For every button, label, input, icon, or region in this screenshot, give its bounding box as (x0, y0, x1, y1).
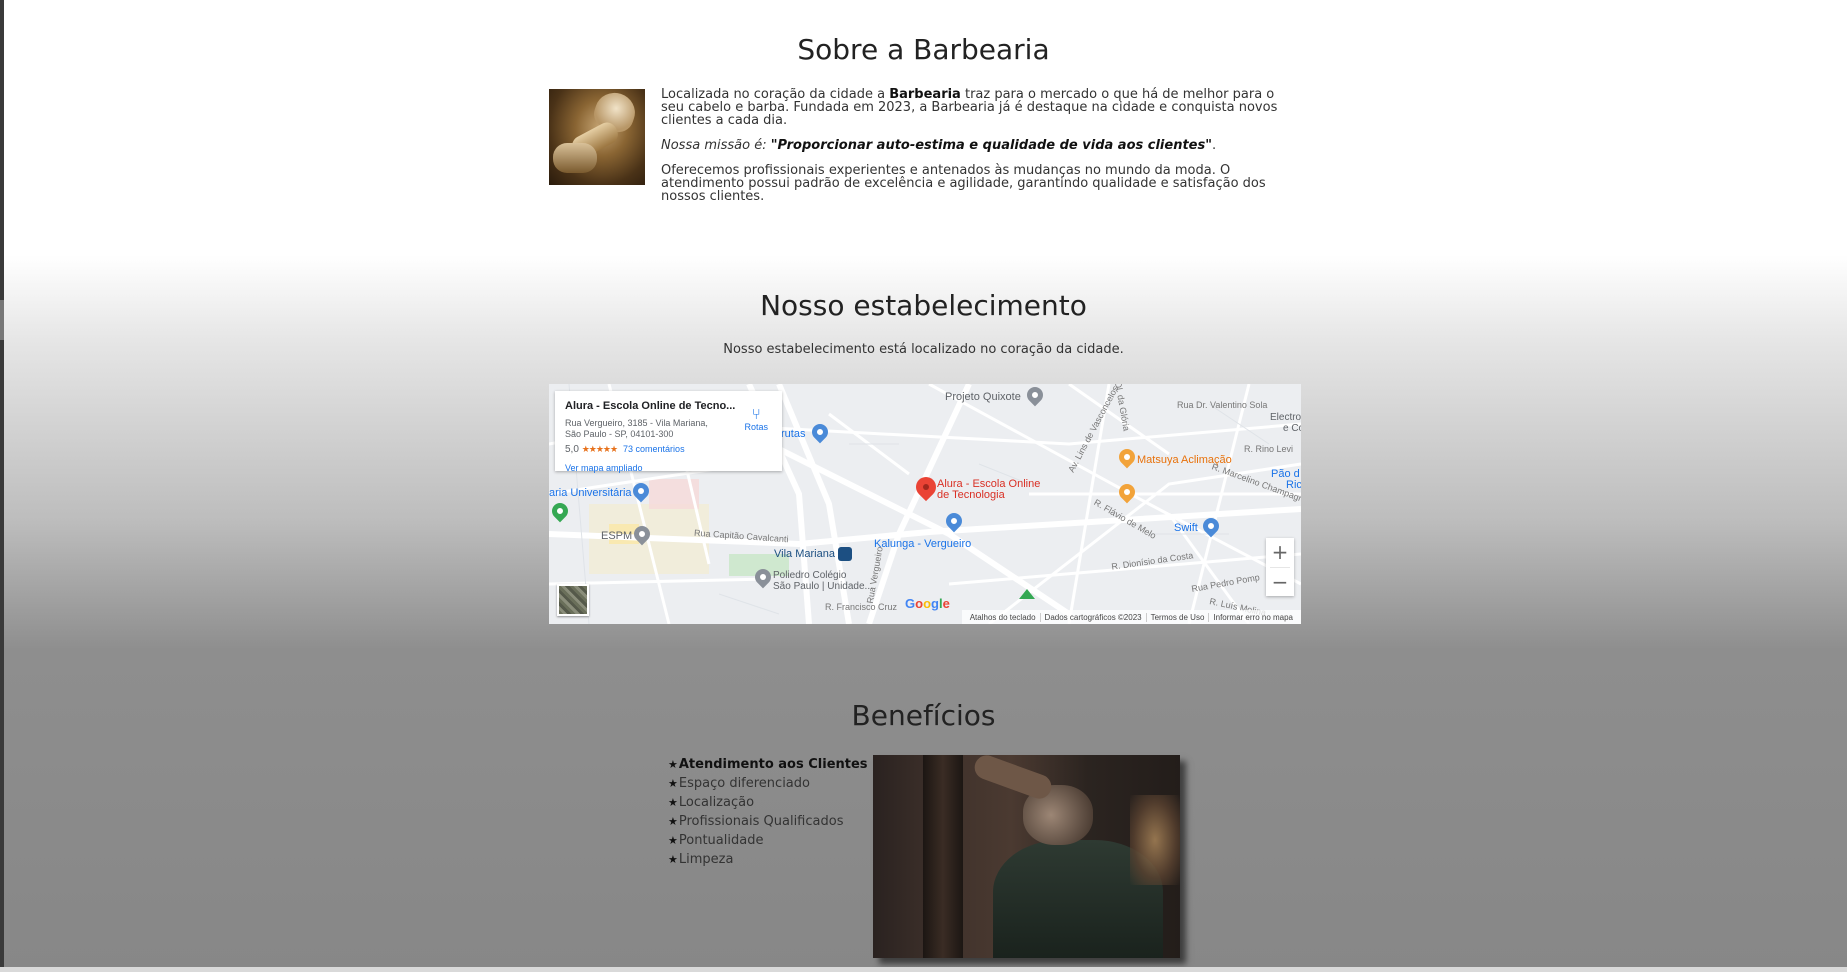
razor-base (553, 143, 597, 173)
about-text: Localizada no coração da cidade a Barbea… (661, 88, 1301, 215)
map-label-electro: Electro (1270, 412, 1301, 423)
zoom-in-button[interactable]: + (1266, 538, 1294, 567)
about-section: Sobre a Barbearia Localizada no coração … (0, 0, 1847, 260)
map-data-text: Dados cartográficos ©2023 (1039, 612, 1146, 622)
page-bottom-strip (0, 967, 1847, 972)
benefit-label: Localização (678, 795, 755, 810)
rating-stars-icon: ★★★★★ (581, 444, 618, 454)
map-label-frutas: rutas (781, 428, 806, 440)
mission-label: Nossa missão é: (661, 138, 771, 153)
star-icon: ★ (668, 834, 678, 847)
map-label-kalunga: Kalunga - Vergueiro (874, 538, 972, 550)
benefits-list: ★Atendimento aos Clientes ★Espaço difere… (668, 755, 868, 869)
map-attribution-bar: Atalhos do teclado Dados cartográficos ©… (961, 610, 1301, 624)
google-letter: g (931, 596, 939, 611)
google-letter: o (923, 596, 932, 611)
barber-hand (971, 755, 1055, 802)
google-logo: Google (905, 596, 950, 611)
place-name: Alura - Escola Online de Tecno... (565, 400, 735, 412)
benefits-title: Benefícios (851, 699, 996, 732)
star-icon: ★ (668, 777, 678, 790)
star-icon: ★ (668, 796, 678, 809)
google-letter: G (905, 596, 916, 611)
google-letter: o (915, 596, 924, 611)
satellite-toggle-button[interactable] (557, 584, 589, 616)
benefit-label: Limpeza (678, 852, 734, 867)
list-item: ★Pontualidade (668, 831, 868, 850)
google-letter: e (942, 596, 950, 611)
map-label-vila-mariana: Vila Mariana (774, 548, 835, 560)
terms-link[interactable]: Termos de Uso (1145, 612, 1209, 622)
mission-end: . (1212, 138, 1217, 153)
report-error-link[interactable]: Informar erro no mapa (1208, 612, 1297, 622)
map-label-poliedro-2: São Paulo | Unidade... (773, 581, 873, 592)
list-item: ★Localização (668, 793, 868, 812)
view-larger-map-link[interactable]: Ver mapa ampliado (565, 463, 772, 473)
directions-button[interactable]: ⑂ Rotas (744, 407, 768, 432)
mission-quote: "Proporcionar auto-estima e qualidade de… (770, 138, 1213, 153)
zoom-controls: + − (1266, 538, 1294, 596)
reviews-link[interactable]: 73 comentários (623, 444, 685, 454)
star-icon: ★ (668, 758, 678, 771)
map-road-francisco: R. Francisco Cruz (825, 602, 898, 612)
list-item: ★Limpeza (668, 850, 868, 869)
map-label-swift: Swift (1174, 522, 1198, 534)
list-item: ★Espaço diferenciado (668, 774, 868, 793)
place-rating: 5,0 ★★★★★ 73 comentários (565, 444, 772, 455)
about-paragraph-1: Localizada no coração da cidade a Barbea… (661, 88, 1301, 127)
map-label-projeto-quixote: Projeto Quixote (945, 391, 1021, 403)
barber-shaving-photo (873, 755, 1180, 958)
list-item: ★Profissionais Qualificados (668, 812, 868, 831)
background-light (1130, 795, 1180, 885)
map-label-universitaria: aria Universitária (549, 487, 632, 499)
keyboard-shortcuts-link[interactable]: Atalhos do teclado (966, 613, 1040, 622)
map-label-electro-2: e Co (1283, 423, 1301, 434)
directions-label: Rotas (744, 422, 768, 432)
map-road-rino: R. Rino Levi (1244, 444, 1294, 454)
benefit-label: Atendimento aos Clientes (678, 757, 868, 772)
map-road-valentino: Rua Dr. Valentino Sola (1177, 400, 1268, 410)
star-icon: ★ (668, 815, 678, 828)
zoom-out-button[interactable]: − (1266, 568, 1294, 597)
google-map-embed[interactable]: Projeto Quixote rutas aria Universitária… (549, 384, 1301, 624)
about-title: Sobre a Barbearia (797, 33, 1050, 66)
place-info-card: Alura - Escola Online de Tecno... Rua Ve… (555, 391, 782, 473)
map-label-espm: ESPM (601, 530, 633, 542)
mission-paragraph: Nossa missão é: "Proporcionar auto-estim… (661, 139, 1301, 152)
star-icon: ★ (668, 853, 678, 866)
directions-icon: ⑂ (751, 406, 761, 423)
place-address: Rua Vergueiro, 3185 - Vila Mariana, São … (565, 418, 708, 439)
benefit-label: Espaço diferenciado (678, 776, 810, 791)
metro-icon[interactable] (838, 547, 852, 561)
map-label-alura-2: de Tecnologia (937, 489, 1005, 501)
shaving-brush-image (549, 89, 645, 185)
benefit-label: Pontualidade (678, 833, 764, 848)
benefit-label: Profissionais Qualificados (678, 814, 844, 829)
map-label-poliedro: Poliedro Colégio (773, 570, 847, 581)
barber-arm (923, 755, 963, 958)
list-item: ★Atendimento aos Clientes (668, 755, 868, 774)
location-title: Nosso estabelecimento (760, 289, 1087, 322)
location-subtitle: Nosso estabelecimento está localizado no… (723, 342, 1124, 357)
about-paragraph-3: Oferecemos profissionais experientes e a… (661, 163, 1266, 204)
rating-value: 5,0 (565, 444, 579, 455)
